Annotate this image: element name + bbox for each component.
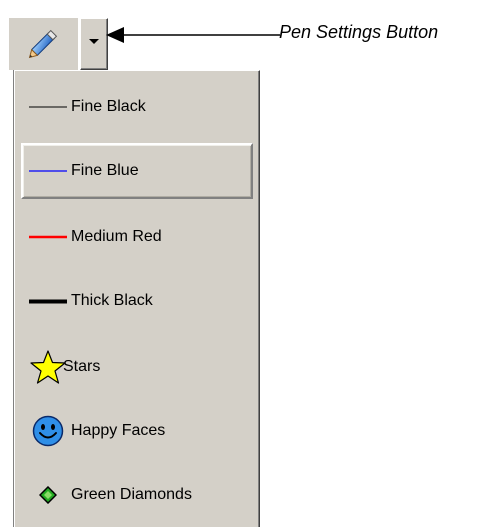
menu-item-stars[interactable]: Stars xyxy=(21,339,253,395)
menu-item-label: Thick Black xyxy=(71,292,153,309)
menu-item-label: Fine Black xyxy=(71,98,146,115)
thick-black-line-icon xyxy=(29,275,67,327)
star-icon xyxy=(29,341,67,393)
medium-red-line-icon xyxy=(29,211,67,263)
fine-blue-line-icon xyxy=(29,145,67,197)
menu-item-medium-red[interactable]: Medium Red xyxy=(21,209,253,265)
smiley-icon xyxy=(29,405,67,457)
menu-item-fine-blue[interactable]: Fine Blue xyxy=(21,143,253,199)
fine-black-line-icon xyxy=(29,81,67,133)
pen-settings-button[interactable] xyxy=(80,18,108,70)
menu-item-happy-faces[interactable]: Happy Faces xyxy=(21,403,253,459)
diamond-icon xyxy=(29,469,67,521)
menu-item-label: Happy Faces xyxy=(71,422,166,439)
menu-item-label: Medium Red xyxy=(71,228,162,245)
menu-item-label: Green Diamonds xyxy=(71,486,192,503)
menu-item-thick-black[interactable]: Thick Black xyxy=(21,273,253,329)
pencil-icon xyxy=(28,29,58,59)
callout-arrow xyxy=(106,27,280,43)
menu-item-green-diamonds[interactable]: Green Diamonds xyxy=(21,467,253,523)
chevron-down-icon xyxy=(89,39,99,44)
callout-label: Pen Settings Button xyxy=(279,22,439,42)
menu-item-label: Stars xyxy=(63,358,101,375)
menu-item-label: Fine Blue xyxy=(71,162,139,179)
pen-settings-menu: Fine Black Fine Blue Medium Red Thick Bl… xyxy=(14,70,260,527)
pen-tool-button[interactable] xyxy=(9,18,78,70)
menu-item-fine-black[interactable]: Fine Black xyxy=(21,79,253,135)
